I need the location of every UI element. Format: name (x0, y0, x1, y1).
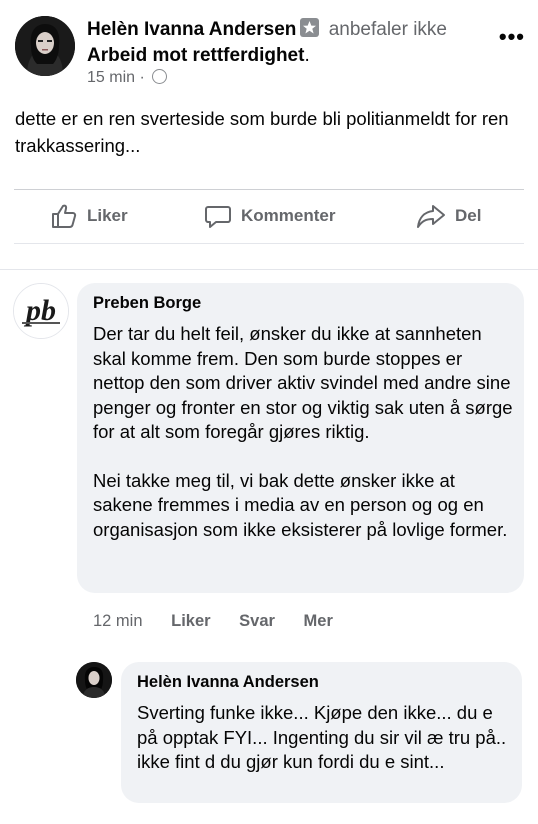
author-name[interactable]: Helèn Ivanna Andersen (87, 19, 296, 40)
post-actions: Liker Kommenter Del (0, 193, 538, 239)
post-meta: 15 min · (87, 69, 168, 87)
comment-paragraph: Nei takke meg til, vi bak dette ønsker i… (93, 469, 508, 540)
post: Helèn Ivanna Andersen anbefaler ikke Arb… (0, 0, 538, 244)
comment-button[interactable]: Kommenter (204, 193, 335, 239)
comment-meta: 12 min Liker Svar Mer (93, 612, 357, 631)
reply-avatar[interactable] (76, 662, 112, 698)
share-icon (417, 205, 445, 228)
recommendation-verb: anbefaler ikke (328, 19, 447, 40)
reply-text: Sverting funke ikke... Kjøpe den ikke...… (137, 701, 507, 775)
comment-time[interactable]: 12 min (93, 612, 143, 630)
reply-author-name[interactable]: Helèn Ivanna Andersen (137, 671, 507, 693)
divider (14, 189, 524, 190)
page-name[interactable]: Arbeid mot rettferdighet (87, 45, 304, 66)
divider (14, 243, 524, 244)
post-text: dette er en ren sverteside som burde bli… (15, 108, 509, 156)
comment-paragraph: Der tar du helt feil, ønsker du ikke at … (93, 323, 513, 442)
post-time[interactable]: 15 min (87, 69, 135, 86)
reply-bubble: Helèn Ivanna Andersen Sverting funke ikk… (121, 662, 522, 803)
reply-paragraph: Sverting funke ikke... Kjøpe den ikke...… (137, 702, 507, 772)
comment-bubble: Preben Borge Der tar du helt feil, ønske… (77, 283, 524, 593)
more-options-icon[interactable]: ••• (499, 24, 525, 50)
comment-icon (205, 206, 231, 228)
like-button[interactable]: Liker (50, 193, 128, 239)
comment-label: Kommenter (241, 206, 336, 225)
like-label: Liker (87, 206, 128, 225)
section-divider (0, 269, 538, 270)
author-avatar[interactable] (15, 16, 75, 76)
comment-like-button[interactable]: Liker (171, 612, 210, 630)
thumbs-up-icon (52, 204, 77, 228)
share-button[interactable]: Del (416, 193, 481, 239)
share-label: Del (455, 206, 482, 225)
comment-reply-button[interactable]: Svar (239, 612, 275, 630)
comment-more-button[interactable]: Mer (304, 612, 333, 630)
star-icon (300, 18, 320, 37)
commenter-avatar[interactable]: pb (13, 283, 69, 339)
comment-text: Der tar du helt feil, ønsker du ikke at … (93, 322, 513, 542)
post-header: Helèn Ivanna Andersen anbefaler ikke Arb… (87, 18, 447, 66)
meta-separator: · (139, 69, 145, 86)
globe-icon (152, 69, 168, 84)
commenter-name[interactable]: Preben Borge (93, 292, 513, 314)
